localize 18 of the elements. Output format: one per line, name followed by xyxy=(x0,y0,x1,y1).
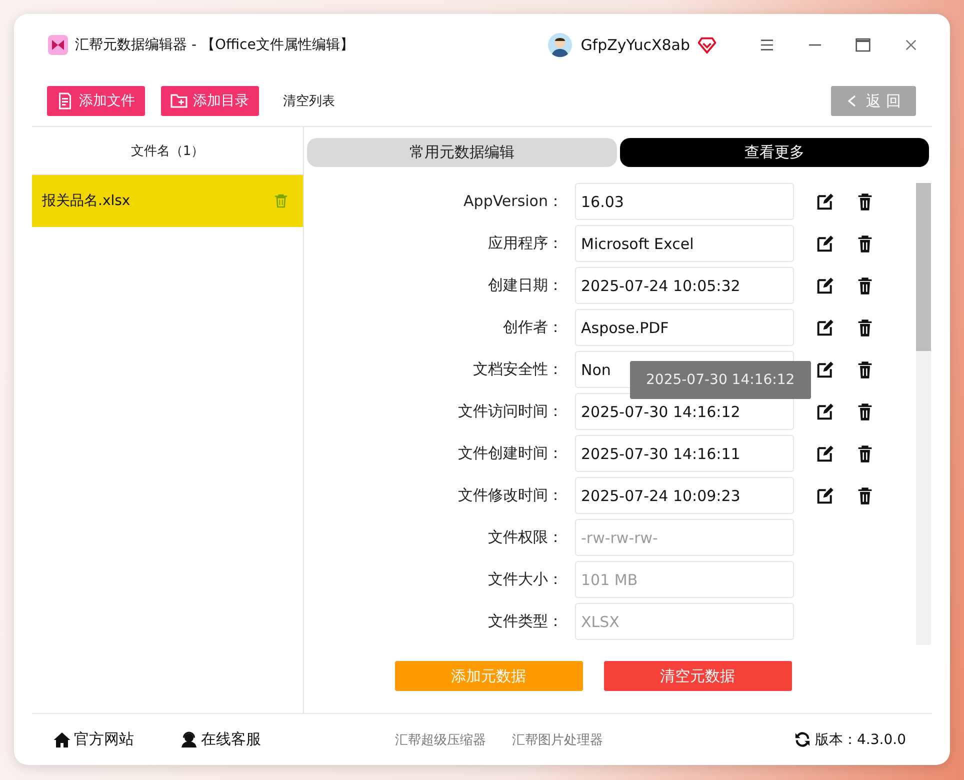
username: GfpZyYucX8ab xyxy=(580,36,690,54)
input-field: 101 MB xyxy=(575,561,794,598)
field-label: 文件修改时间： xyxy=(457,486,564,505)
field-label: 创建日期： xyxy=(487,276,564,295)
field-label: 文件创建时间： xyxy=(457,444,564,463)
field-label: 文件访问时间： xyxy=(457,402,564,421)
version-label: 版本：4.3.0.0 xyxy=(815,730,906,748)
field-label: 文件类型： xyxy=(487,612,564,631)
field-label: 创作者： xyxy=(502,318,564,337)
input-field: XLSX xyxy=(575,603,794,640)
input-field: -rw-rw-rw- xyxy=(575,519,794,556)
tooltip: 2025-07-30 14:16:12 xyxy=(630,361,811,399)
field-label: AppVersion： xyxy=(462,192,564,211)
window-title: 汇帮元数据编辑器 - 【Office文件属性编辑】 xyxy=(75,36,354,54)
field-label: 文件权限： xyxy=(487,528,564,547)
field-label: 文件大小： xyxy=(487,570,564,589)
field-label: 应用程序： xyxy=(487,234,564,253)
field-label: 文档安全性： xyxy=(472,360,564,379)
